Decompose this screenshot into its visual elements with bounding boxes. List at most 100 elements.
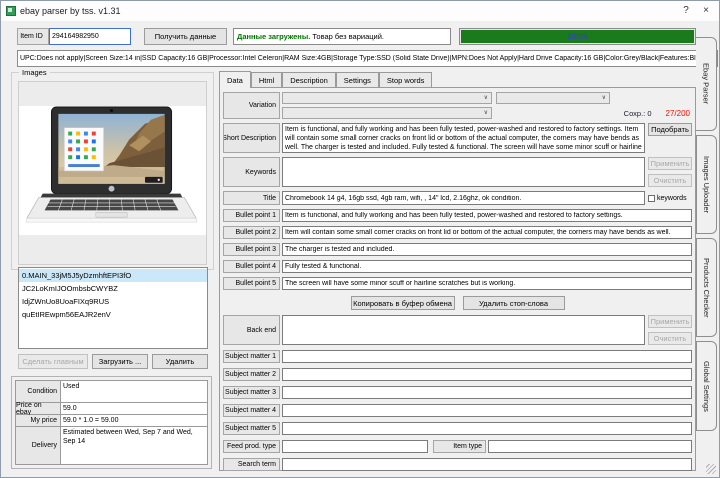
- keywords-apply-button[interactable]: Применить: [648, 157, 692, 170]
- item-id-label: Item ID: [17, 28, 49, 45]
- feed-prod-type-input[interactable]: [282, 440, 428, 453]
- subject-matter-1-input[interactable]: [282, 350, 692, 363]
- item-id-input[interactable]: [49, 28, 131, 45]
- subject-matter-row: Subject matter 3: [223, 386, 692, 399]
- feed-prod-type-label: Feed prod. type: [223, 440, 280, 453]
- tab-stop-words[interactable]: Stop words: [379, 72, 433, 87]
- table-row: Delivery Estimated between Wed, Sep 7 an…: [16, 427, 207, 464]
- search-term-input[interactable]: [282, 458, 692, 471]
- side-tab-products-checker[interactable]: Products Checker: [696, 238, 717, 337]
- back-end-input[interactable]: [282, 315, 645, 345]
- table-row: Price on ebay 59.0: [16, 403, 207, 415]
- window-title: ebay parser by tss. v1.31: [20, 6, 121, 16]
- subject-matter-4-input[interactable]: [282, 404, 692, 417]
- app-window: ebay parser by tss. v1.31 ? × Item ID По…: [0, 0, 720, 478]
- search-term-label: Search term: [223, 458, 280, 471]
- bullet-point-5-input[interactable]: [282, 277, 692, 290]
- title-bar[interactable]: ebay parser by tss. v1.31: [1, 1, 719, 21]
- image-list-item[interactable]: 0.MAIN_33jM5J5yDzmhftEPI3fO: [19, 269, 207, 282]
- bullet-point-3-label: Bullet point 3: [223, 243, 280, 256]
- variation-label: Variation: [223, 92, 280, 119]
- bullet-point-row: Bullet point 2: [223, 226, 692, 239]
- upc-value: UPC:Does not apply|Screen Size:14 in|SSD…: [18, 55, 705, 62]
- back-end-label: Back end: [223, 315, 280, 345]
- upc-combobox[interactable]: UPC:Does not apply|Screen Size:14 in|SSD…: [17, 50, 718, 67]
- data-tab-page: Variation ∨ ∨ ∨ Сохр.: 0 27/200 Short De…: [219, 87, 696, 471]
- pick-button[interactable]: Подобрать: [648, 123, 692, 136]
- tab-settings[interactable]: Settings: [336, 72, 379, 87]
- delivery-label: Delivery: [16, 427, 61, 464]
- bullet-point-row: Bullet point 1: [223, 209, 692, 222]
- condition-label: Condition: [16, 381, 61, 402]
- my-price-label: My price: [16, 415, 61, 426]
- bullet-point-2-input[interactable]: [282, 226, 692, 239]
- variation-row: Variation ∨ ∨ ∨ Сохр.: 0 27/200: [223, 92, 692, 119]
- subject-matter-2-input[interactable]: [282, 368, 692, 381]
- subject-matter-row: Subject matter 5: [223, 422, 692, 435]
- status-text: Товар без вариаций.: [312, 32, 384, 41]
- help-button[interactable]: ?: [677, 2, 695, 19]
- title-length-counter: 27/200: [666, 109, 690, 118]
- product-info-table: Condition Used Price on ebay 59.0 My pri…: [15, 380, 208, 465]
- subject-matter-row: Subject matter 4: [223, 404, 692, 417]
- image-list: 0.MAIN_33jM5J5yDzmhftEPI3fO JC2LoKmIJOOm…: [18, 267, 208, 349]
- tab-html[interactable]: Html: [251, 72, 282, 87]
- upc-row: UPC:Does not apply|Screen Size:14 in|SSD…: [17, 50, 698, 67]
- feed-prod-type-row: Feed prod. type Item type: [223, 440, 692, 453]
- subject-matter-4-label: Subject matter 4: [223, 404, 280, 417]
- item-type-label: Item type: [433, 440, 486, 453]
- image-list-item[interactable]: IdjZWnUo8UoaFIXq9RUS: [19, 295, 207, 308]
- saved-counter: Сохр.: 0: [624, 109, 652, 118]
- title-input[interactable]: [282, 191, 645, 205]
- close-button[interactable]: ×: [697, 2, 715, 19]
- item-type-input[interactable]: [488, 440, 692, 453]
- back-end-clear-button[interactable]: Очистить: [648, 332, 692, 345]
- table-row: My price 59.0 * 1.0 = 59.00: [16, 415, 207, 427]
- variation-dropdown-1[interactable]: ∨: [282, 92, 492, 104]
- keywords-label: Keywords: [223, 157, 280, 187]
- chevron-down-icon: ∨: [484, 95, 488, 101]
- image-list-item[interactable]: JC2LoKmIJOOmbsbCWYBZ: [19, 282, 207, 295]
- keywords-checkbox[interactable]: [648, 195, 655, 202]
- chevron-down-icon: ∨: [602, 95, 606, 101]
- images-group: Images: [11, 72, 214, 270]
- image-list-item[interactable]: quEtIREwpm56EAJR2enV: [19, 308, 207, 321]
- tab-data[interactable]: Data: [219, 71, 251, 88]
- subject-matter-5-input[interactable]: [282, 422, 692, 435]
- side-tab-images-uploader[interactable]: Images Uploader: [696, 135, 717, 234]
- images-group-label: Images: [19, 68, 50, 77]
- title-row: Title keywords: [223, 191, 692, 205]
- load-image-button[interactable]: Загрузить ...: [92, 354, 148, 369]
- keywords-input[interactable]: [282, 157, 645, 187]
- title-label: Title: [223, 191, 280, 205]
- progress-bar: 100%: [459, 28, 696, 45]
- short-description-input[interactable]: Item is functional, and fully working an…: [282, 123, 645, 153]
- app-icon: [6, 6, 16, 16]
- keywords-checkbox-label: keywords: [657, 195, 687, 202]
- keywords-clear-button[interactable]: Очистить: [648, 174, 692, 187]
- resize-grip[interactable]: [706, 464, 716, 474]
- bullet-point-4-input[interactable]: [282, 260, 692, 273]
- product-info-panel: Condition Used Price on ebay 59.0 My pri…: [11, 376, 212, 469]
- tab-description[interactable]: Description: [282, 72, 336, 87]
- delete-image-button[interactable]: Удалить: [152, 354, 208, 369]
- tab-strip: Data Html Description Settings Stop word…: [219, 71, 432, 88]
- make-main-button[interactable]: Сделать главным: [18, 354, 88, 369]
- price-on-ebay-label: Price on ebay: [16, 403, 61, 414]
- side-tab-ebay-parser[interactable]: Ebay Parser: [696, 37, 717, 131]
- subject-matter-3-input[interactable]: [282, 386, 692, 399]
- status-bold-text: Данные загружены.: [237, 32, 310, 41]
- bullet-point-3-input[interactable]: [282, 243, 692, 256]
- search-term-row: Search term: [223, 458, 692, 471]
- back-end-apply-button[interactable]: Применить: [648, 315, 692, 328]
- bullet-point-1-input[interactable]: [282, 209, 692, 222]
- variation-dropdown-3[interactable]: ∨: [282, 107, 492, 119]
- variation-dropdown-2[interactable]: ∨: [496, 92, 610, 104]
- subject-matter-row: Subject matter 2: [223, 368, 692, 381]
- get-data-button[interactable]: Получить данные: [144, 28, 227, 45]
- short-description-row: Short Description Item is functional, an…: [223, 123, 692, 153]
- remove-stopwords-button[interactable]: Удалить стоп-слова: [463, 296, 565, 310]
- copy-to-clipboard-button[interactable]: ^ Копировать в буфер обмена ^: [351, 296, 455, 310]
- back-end-row: Back end Применить Очистить: [223, 315, 692, 345]
- side-tab-global-settings[interactable]: Global Settings: [696, 341, 717, 431]
